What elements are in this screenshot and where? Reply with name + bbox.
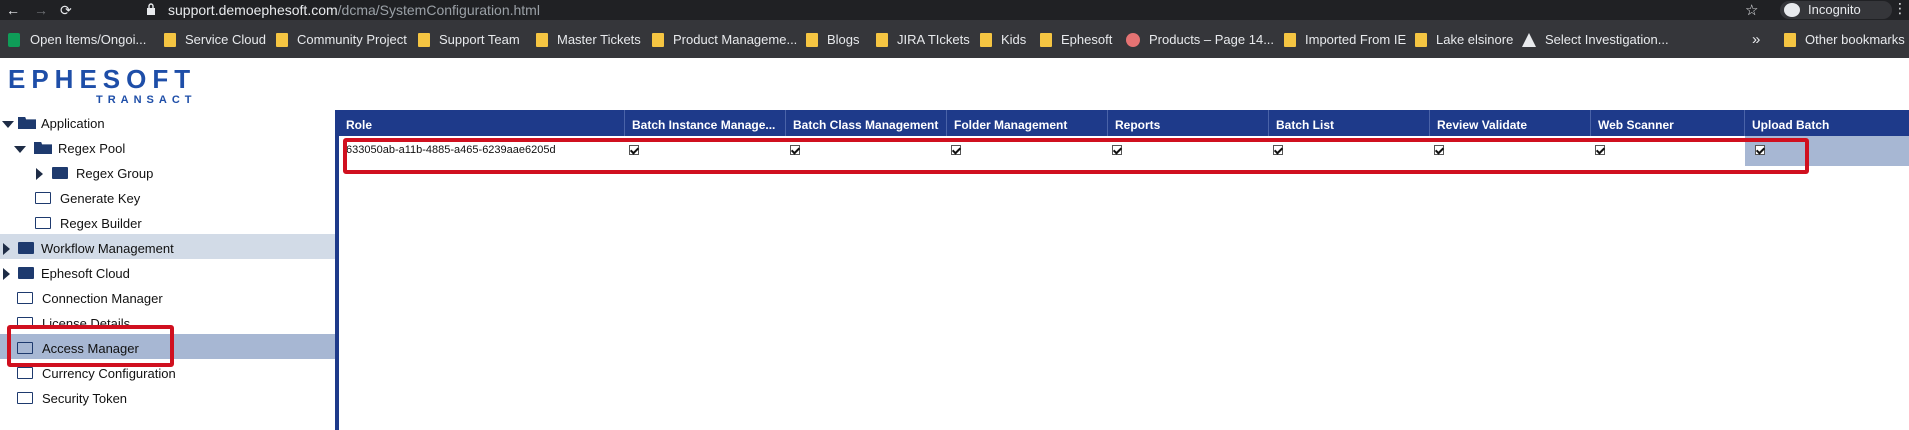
annotation-highlight-access-manager — [7, 325, 174, 367]
folder-icon — [536, 33, 548, 47]
folder-icon — [1784, 33, 1796, 47]
tree-item-ephesoft-cloud[interactable]: Ephesoft Cloud — [0, 262, 200, 286]
bookmark-products-page[interactable]: Products – Page 14... — [1126, 31, 1286, 49]
reload-icon[interactable]: ⟳ — [60, 1, 72, 19]
url-host: support.demoephesoft.com — [168, 2, 338, 18]
column-header-folder-management[interactable]: Folder Management — [947, 110, 1108, 136]
folder-icon — [18, 242, 34, 254]
chevron-down-icon[interactable] — [2, 121, 14, 128]
column-header-role[interactable]: Role — [339, 110, 625, 136]
sheets-icon — [8, 33, 20, 47]
navigation-tree: Application Regex Pool Regex Group Gener… — [0, 110, 335, 430]
tree-item-generate-key[interactable]: Generate Key — [0, 187, 200, 211]
bookmarks-overflow-icon[interactable]: » — [1752, 31, 1764, 49]
column-header-batch-list[interactable]: Batch List — [1269, 110, 1430, 136]
browser-toolbar: ← → ⟳ support.demoephesoft.com/dcma/Syst… — [0, 0, 1909, 20]
column-header-batch-class-management[interactable]: Batch Class Management — [786, 110, 947, 136]
forward-icon[interactable]: → — [34, 1, 48, 19]
site-icon — [1126, 33, 1140, 47]
folder-icon — [652, 33, 664, 47]
folder-outline-icon — [17, 367, 33, 379]
site-icon — [1522, 33, 1536, 47]
folder-icon — [876, 33, 888, 47]
incognito-badge[interactable]: Incognito — [1780, 1, 1892, 19]
chevron-right-icon[interactable] — [3, 243, 10, 255]
column-header-upload-batch[interactable]: Upload Batch — [1745, 110, 1909, 136]
folder-icon — [980, 33, 992, 47]
column-header-batch-instance-management[interactable]: Batch Instance Manage... — [625, 110, 786, 136]
bookmark-imported-from-ie[interactable]: Imported From IE — [1284, 31, 1406, 49]
tree-item-regex-group[interactable]: Regex Group — [0, 162, 200, 186]
column-header-reports[interactable]: Reports — [1108, 110, 1269, 136]
address-bar[interactable]: support.demoephesoft.com/dcma/SystemConf… — [168, 1, 540, 19]
bookmarks-bar: Open Items/Ongoi... Service Cloud Commun… — [0, 20, 1909, 58]
grid-header: Role Batch Instance Manage... Batch Clas… — [339, 110, 1909, 136]
tree-item-application[interactable]: Application — [0, 112, 200, 136]
bookmark-kids[interactable]: Kids — [980, 31, 1030, 49]
bookmark-support-team[interactable]: Support Team — [418, 31, 520, 49]
folder-open-icon — [34, 142, 52, 154]
chevron-right-icon[interactable] — [3, 268, 10, 280]
folder-outline-icon — [35, 217, 51, 229]
folder-icon — [1040, 33, 1052, 47]
bookmark-lake-elsinore[interactable]: Lake elsinore — [1415, 31, 1515, 49]
url-path: /dcma/SystemConfiguration.html — [337, 2, 540, 18]
folder-icon — [418, 33, 430, 47]
bookmark-select-investigation[interactable]: Select Investigation... — [1522, 31, 1682, 49]
bookmark-master-tickets[interactable]: Master Tickets — [536, 31, 646, 49]
tree-item-security-token[interactable]: Security Token — [0, 387, 200, 411]
folder-outline-icon — [17, 292, 33, 304]
tree-item-workflow-management[interactable]: Workflow Management — [0, 237, 220, 261]
star-icon[interactable]: ☆ — [1745, 1, 1758, 19]
column-header-web-scanner[interactable]: Web Scanner — [1591, 110, 1745, 136]
annotation-highlight-row — [343, 138, 1809, 174]
menu-icon[interactable]: ⋮ — [1893, 0, 1907, 17]
bookmark-open-items[interactable]: Open Items/Ongoi... — [6, 31, 148, 49]
chevron-right-icon[interactable] — [36, 168, 43, 180]
folder-icon — [276, 33, 288, 47]
folder-open-icon — [18, 117, 36, 129]
folder-icon — [18, 267, 34, 279]
access-manager-grid: Role Batch Instance Manage... Batch Clas… — [339, 110, 1909, 430]
bookmark-service-cloud[interactable]: Service Cloud — [164, 31, 269, 49]
folder-icon — [806, 33, 818, 47]
bookmark-product-management[interactable]: Product Manageme... — [652, 31, 797, 49]
tree-item-regex-builder[interactable]: Regex Builder — [0, 212, 200, 236]
folder-icon — [164, 33, 176, 47]
bookmark-other-bookmarks[interactable]: Other bookmarks — [1784, 31, 1905, 49]
folder-outline-icon — [35, 192, 51, 204]
chevron-down-icon[interactable] — [14, 146, 26, 153]
back-icon[interactable]: ← — [6, 1, 20, 19]
incognito-icon — [1784, 3, 1800, 17]
bookmark-blogs[interactable]: Blogs — [806, 31, 862, 49]
bookmark-ephesoft[interactable]: Ephesoft — [1040, 31, 1115, 49]
lock-icon[interactable] — [146, 3, 156, 15]
tree-item-connection-manager[interactable]: Connection Manager — [0, 287, 220, 311]
incognito-label: Incognito — [1808, 2, 1861, 17]
folder-icon — [1415, 33, 1427, 47]
tree-item-regex-pool[interactable]: Regex Pool — [0, 137, 200, 161]
ephesoft-logo: EPHESOFT TRANSACT — [8, 64, 197, 106]
folder-outline-icon — [17, 392, 33, 404]
bookmark-community-project[interactable]: Community Project — [276, 31, 407, 49]
folder-icon — [52, 167, 68, 179]
bookmark-jira-tickets[interactable]: JIRA TIckets — [876, 31, 976, 49]
column-header-review-validate[interactable]: Review Validate — [1430, 110, 1591, 136]
folder-icon — [1284, 33, 1296, 47]
